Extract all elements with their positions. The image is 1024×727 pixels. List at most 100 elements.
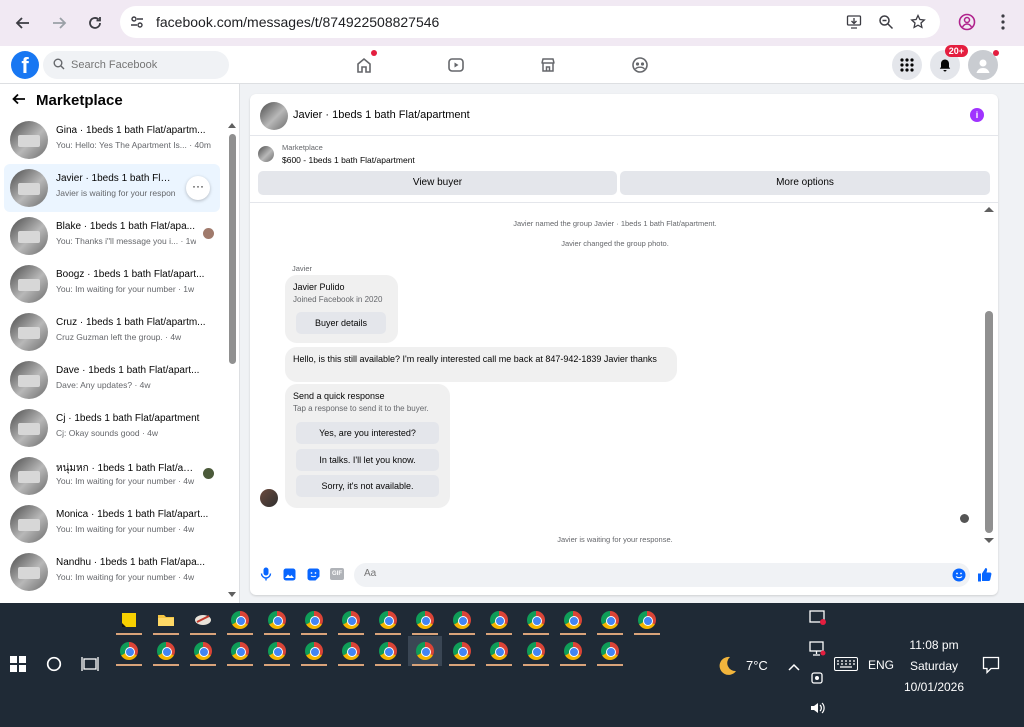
scroll-down-icon[interactable] <box>984 538 994 544</box>
scroll-down-icon[interactable] <box>228 592 236 598</box>
search-input[interactable] <box>71 59 221 71</box>
buyer-details-button[interactable]: Buyer details <box>296 312 386 334</box>
conversation-item[interactable]: Monica · 1beds 1 bath Flat/apart... You:… <box>4 500 220 548</box>
groups-icon[interactable] <box>621 52 659 78</box>
conversation-item[interactable]: Cj · 1beds 1 bath Flat/apartment Cj: Oka… <box>4 404 220 452</box>
conversation-item[interactable]: Cruz · 1beds 1 bath Flat/apartm... Cruz … <box>4 308 220 356</box>
taskbar-file-explorer-icon[interactable] <box>149 605 183 635</box>
taskbar-chrome-icon[interactable] <box>593 636 627 666</box>
site-settings-icon[interactable] <box>124 9 150 35</box>
keyboard-icon[interactable] <box>834 657 858 674</box>
weather-moon-icon[interactable] <box>716 655 738 680</box>
marketplace-icon[interactable] <box>529 52 567 78</box>
taskbar-chrome-icon[interactable] <box>149 636 183 666</box>
taskbar-chrome-icon[interactable] <box>519 605 553 635</box>
taskbar-chrome-icon[interactable] <box>556 636 590 666</box>
taskbar-chrome-icon[interactable] <box>223 605 257 635</box>
taskbar-chrome-icon[interactable] <box>445 605 479 635</box>
taskbar-chrome-icon[interactable] <box>482 605 516 635</box>
bookmark-star-icon[interactable] <box>906 10 930 34</box>
taskbar-chrome-icon[interactable] <box>482 636 516 666</box>
notifications-bell-icon[interactable]: 20+ <box>930 45 968 80</box>
install-app-icon[interactable] <box>842 10 866 34</box>
taskbar-chrome-icon[interactable] <box>112 636 146 666</box>
task-view-icon[interactable] <box>81 656 99 675</box>
scroll-up-icon[interactable] <box>984 206 994 212</box>
search-circle-icon[interactable] <box>46 656 62 675</box>
video-icon[interactable] <box>437 52 475 78</box>
conversation-item[interactable]: Dave · 1beds 1 bath Flat/apart... Dave: … <box>4 356 220 404</box>
address-bar[interactable]: facebook.com/messages/t/874922508827546 <box>120 6 940 38</box>
message-field[interactable] <box>354 563 970 587</box>
conversation-item-active[interactable]: Javier · 1beds 1 bath Flat/ap... Javier … <box>4 164 220 212</box>
taskbar-chrome-icon[interactable] <box>297 605 331 635</box>
facebook-search[interactable] <box>43 51 229 79</box>
taskbar-drawing-app-icon[interactable] <box>186 605 220 635</box>
taskbar-chrome-icon[interactable] <box>408 605 442 635</box>
tray-app-icon[interactable] <box>809 610 827 629</box>
back-arrow-icon[interactable] <box>12 92 26 109</box>
browser-menu-icon[interactable] <box>990 9 1016 35</box>
home-icon[interactable] <box>345 50 383 78</box>
quick-reply-sorry-button[interactable]: Sorry, it's not available. <box>296 475 439 497</box>
chat-avatar[interactable] <box>260 102 288 130</box>
view-buyer-button[interactable]: View buyer <box>258 171 617 195</box>
language-indicator[interactable]: ENG <box>868 658 894 672</box>
taskbar-chrome-icon[interactable] <box>630 605 664 635</box>
info-icon[interactable]: i <box>970 108 984 122</box>
conversation-item[interactable]: หนุ่มหก · 1beds 1 bath Flat/apa... You: … <box>4 452 220 500</box>
chat-scrollbar[interactable] <box>984 206 994 546</box>
more-options-icon[interactable]: ··· <box>186 176 210 200</box>
conversation-item[interactable]: Boogz · 1beds 1 bath Flat/apart... You: … <box>4 260 220 308</box>
url-text[interactable]: facebook.com/messages/t/874922508827546 <box>156 14 439 30</box>
facebook-logo-icon[interactable]: f <box>11 51 39 79</box>
photo-icon[interactable] <box>282 567 296 581</box>
weather-temperature[interactable]: 7°C <box>746 658 768 673</box>
message-input[interactable] <box>364 568 924 579</box>
sidebar-scroll-thumb[interactable] <box>229 134 236 364</box>
conversation-item[interactable]: Nandhu · 1beds 1 bath Flat/apa... You: I… <box>4 548 220 596</box>
taskbar-chrome-icon[interactable] <box>260 636 294 666</box>
windows-start-icon[interactable] <box>10 656 26 672</box>
back-icon[interactable] <box>8 8 38 38</box>
taskbar-chrome-icon[interactable] <box>186 636 220 666</box>
zoom-icon[interactable] <box>874 10 898 34</box>
taskbar-chrome-icon[interactable] <box>223 636 257 666</box>
sender-avatar[interactable] <box>260 489 278 507</box>
quick-reply-talks-button[interactable]: In talks. I'll let you know. <box>296 449 439 471</box>
network-icon[interactable] <box>809 641 827 660</box>
sticker-icon[interactable] <box>306 567 320 581</box>
microphone-icon[interactable] <box>259 567 273 581</box>
conversation-item[interactable]: Gina · 1beds 1 bath Flat/apartm... You: … <box>4 116 220 164</box>
taskbar-chrome-icon[interactable] <box>519 636 553 666</box>
profile-icon[interactable] <box>954 9 980 35</box>
system-clock[interactable]: 11:08 pm Saturday 10/01/2026 <box>893 635 975 698</box>
forward-icon[interactable] <box>44 8 74 38</box>
taskbar-chrome-icon[interactable] <box>371 636 405 666</box>
scroll-up-icon[interactable] <box>228 122 236 128</box>
taskbar-chrome-icon[interactable] <box>445 636 479 666</box>
tray-chevron-up-icon[interactable] <box>788 660 800 674</box>
volume-icon[interactable] <box>809 700 827 719</box>
chat-title[interactable]: Javier · 1beds 1 bath Flat/apartment <box>293 109 470 121</box>
gif-icon[interactable]: GIF <box>330 568 344 580</box>
like-thumb-icon[interactable] <box>976 566 992 582</box>
quick-reply-yes-button[interactable]: Yes, are you interested? <box>296 422 439 444</box>
sidebar-scrollbar[interactable] <box>228 122 236 597</box>
taskbar-chrome-icon-active[interactable] <box>408 636 442 666</box>
more-options-button[interactable]: More options <box>620 171 990 195</box>
account-avatar[interactable] <box>968 50 999 80</box>
reload-icon[interactable] <box>80 8 110 38</box>
conversation-item[interactable]: Blake · 1beds 1 bath Flat/apa... You: Th… <box>4 212 220 260</box>
taskbar-chrome-icon[interactable] <box>593 605 627 635</box>
taskbar-chrome-icon[interactable] <box>260 605 294 635</box>
notification-center-icon[interactable] <box>982 656 1000 677</box>
taskbar-sticky-notes-icon[interactable] <box>112 605 146 635</box>
chat-scroll-thumb[interactable] <box>985 311 993 533</box>
taskbar-chrome-icon[interactable] <box>556 605 590 635</box>
camera-privacy-icon[interactable] <box>809 670 827 689</box>
emoji-icon[interactable] <box>952 568 966 585</box>
taskbar-chrome-icon[interactable] <box>297 636 331 666</box>
taskbar-chrome-icon[interactable] <box>371 605 405 635</box>
menu-grid-icon[interactable] <box>892 50 922 80</box>
